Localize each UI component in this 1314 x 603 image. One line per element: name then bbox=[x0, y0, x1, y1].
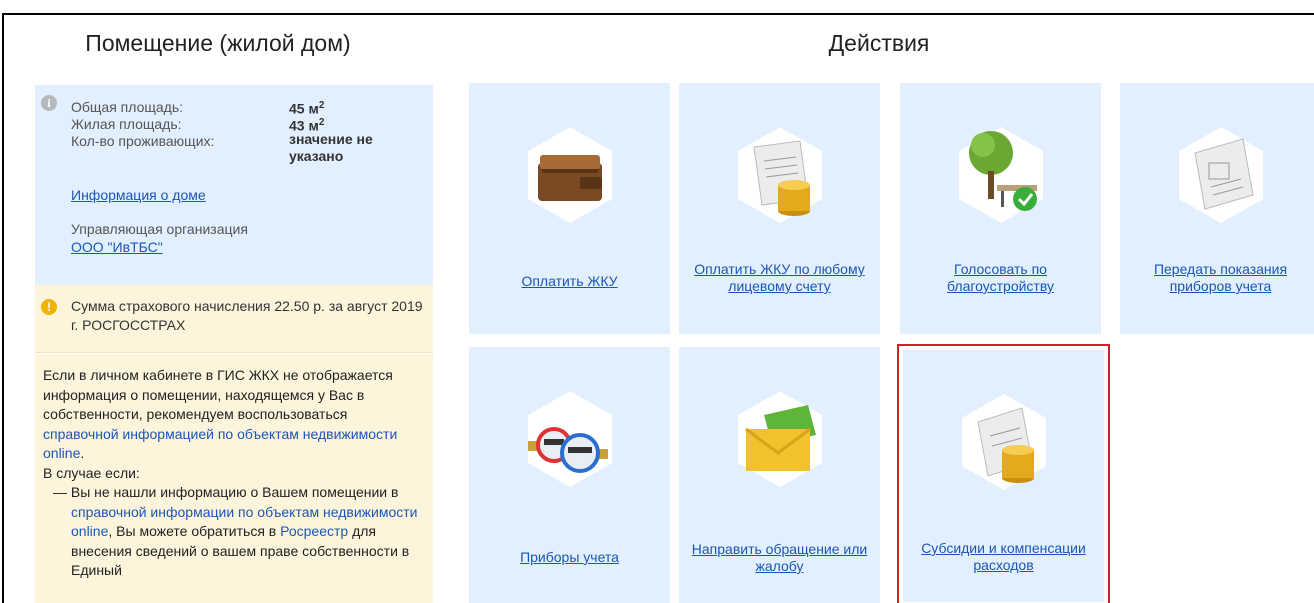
tile-label[interactable]: Передать показания приборов учета bbox=[1128, 261, 1313, 295]
note-item-text-2: , Вы можете обратиться в bbox=[108, 523, 281, 539]
management-label: Управляющая организация bbox=[71, 221, 248, 237]
warning-icon: ! bbox=[41, 299, 57, 315]
tree-bench-icon bbox=[958, 127, 1043, 223]
section-title-actions: Действия bbox=[828, 30, 930, 56]
ownership-note-panel: Если в личном кабинете в ГИС ЖКХ не отоб… bbox=[35, 354, 433, 603]
living-area-label: Жилая площадь: bbox=[71, 116, 182, 132]
note-case-heading: В случае если: bbox=[43, 464, 140, 481]
rosreestr-link[interactable]: Росреестр bbox=[280, 523, 348, 539]
house-info-link[interactable]: Информация о доме bbox=[71, 187, 206, 203]
insurance-warning-panel: ! Сумма страхового начисления 22.50 р. з… bbox=[35, 285, 433, 353]
meter-readings-icon bbox=[1178, 127, 1263, 223]
ownership-note-paragraph: Если в личном кабинете в ГИС ЖКХ не отоб… bbox=[43, 366, 425, 464]
residents-value: значение не указано bbox=[289, 131, 373, 164]
account-coins-icon bbox=[737, 127, 822, 223]
tile-pay-any-account[interactable]: Оплатить ЖКУ по любому лицевому счету bbox=[679, 83, 880, 334]
note-case-item: — Вы не нашли информацию о Вашем помещен… bbox=[43, 483, 425, 581]
tile-label[interactable]: Оплатить ЖКУ bbox=[477, 273, 662, 290]
tile-label[interactable]: Субсидии и компенсации расходов bbox=[911, 540, 1096, 574]
tile-label[interactable]: Приборы учета bbox=[477, 549, 662, 566]
total-area-label: Общая площадь: bbox=[71, 99, 184, 115]
tile-meters[interactable]: Приборы учета bbox=[469, 347, 670, 603]
note-text: Если в личном кабинете в ГИС ЖКХ не отоб… bbox=[43, 367, 393, 422]
page-frame: Помещение (жилой дом) Действия i Общая п… bbox=[2, 13, 1314, 603]
tile-label[interactable]: Оплатить ЖКУ по любому лицевому счету bbox=[687, 261, 872, 295]
wallet-icon bbox=[527, 127, 612, 223]
note-text-end: . bbox=[80, 445, 85, 461]
tile-submit-readings[interactable]: Передать показания приборов учета bbox=[1120, 83, 1314, 334]
tile-vote-improvement[interactable]: Голосовать по благоустройству bbox=[900, 83, 1101, 334]
tile-label[interactable]: Голосовать по благоустройству bbox=[908, 261, 1093, 295]
tile-appeal-complaint[interactable]: Направить обращение или жалобу bbox=[679, 347, 880, 603]
insurance-warning-text: Сумма страхового начисления 22.50 р. за … bbox=[71, 298, 423, 333]
subsidies-coins-icon bbox=[961, 394, 1046, 490]
management-company-link[interactable]: ООО "ИвТБС" bbox=[71, 239, 163, 255]
tile-pay-utilities[interactable]: Оплатить ЖКУ bbox=[469, 83, 670, 334]
info-icon: i bbox=[41, 95, 57, 111]
section-title-premises: Помещение (жилой дом) bbox=[85, 30, 351, 56]
premises-info-panel: i Общая площадь: 45 м2 Жилая площадь: 43… bbox=[35, 85, 433, 285]
note-item-text: — Вы не нашли информацию о Вашем помещен… bbox=[53, 484, 399, 500]
residents-label: Кол-во проживающих: bbox=[71, 133, 215, 149]
water-meters-icon bbox=[527, 391, 612, 487]
tile-label[interactable]: Направить обращение или жалобу bbox=[687, 541, 872, 575]
reference-info-link[interactable]: справочной информацией по объектам недви… bbox=[43, 426, 397, 462]
tile-subsidies[interactable]: Субсидии и компенсации расходов bbox=[897, 344, 1110, 603]
envelope-icon bbox=[737, 391, 822, 487]
